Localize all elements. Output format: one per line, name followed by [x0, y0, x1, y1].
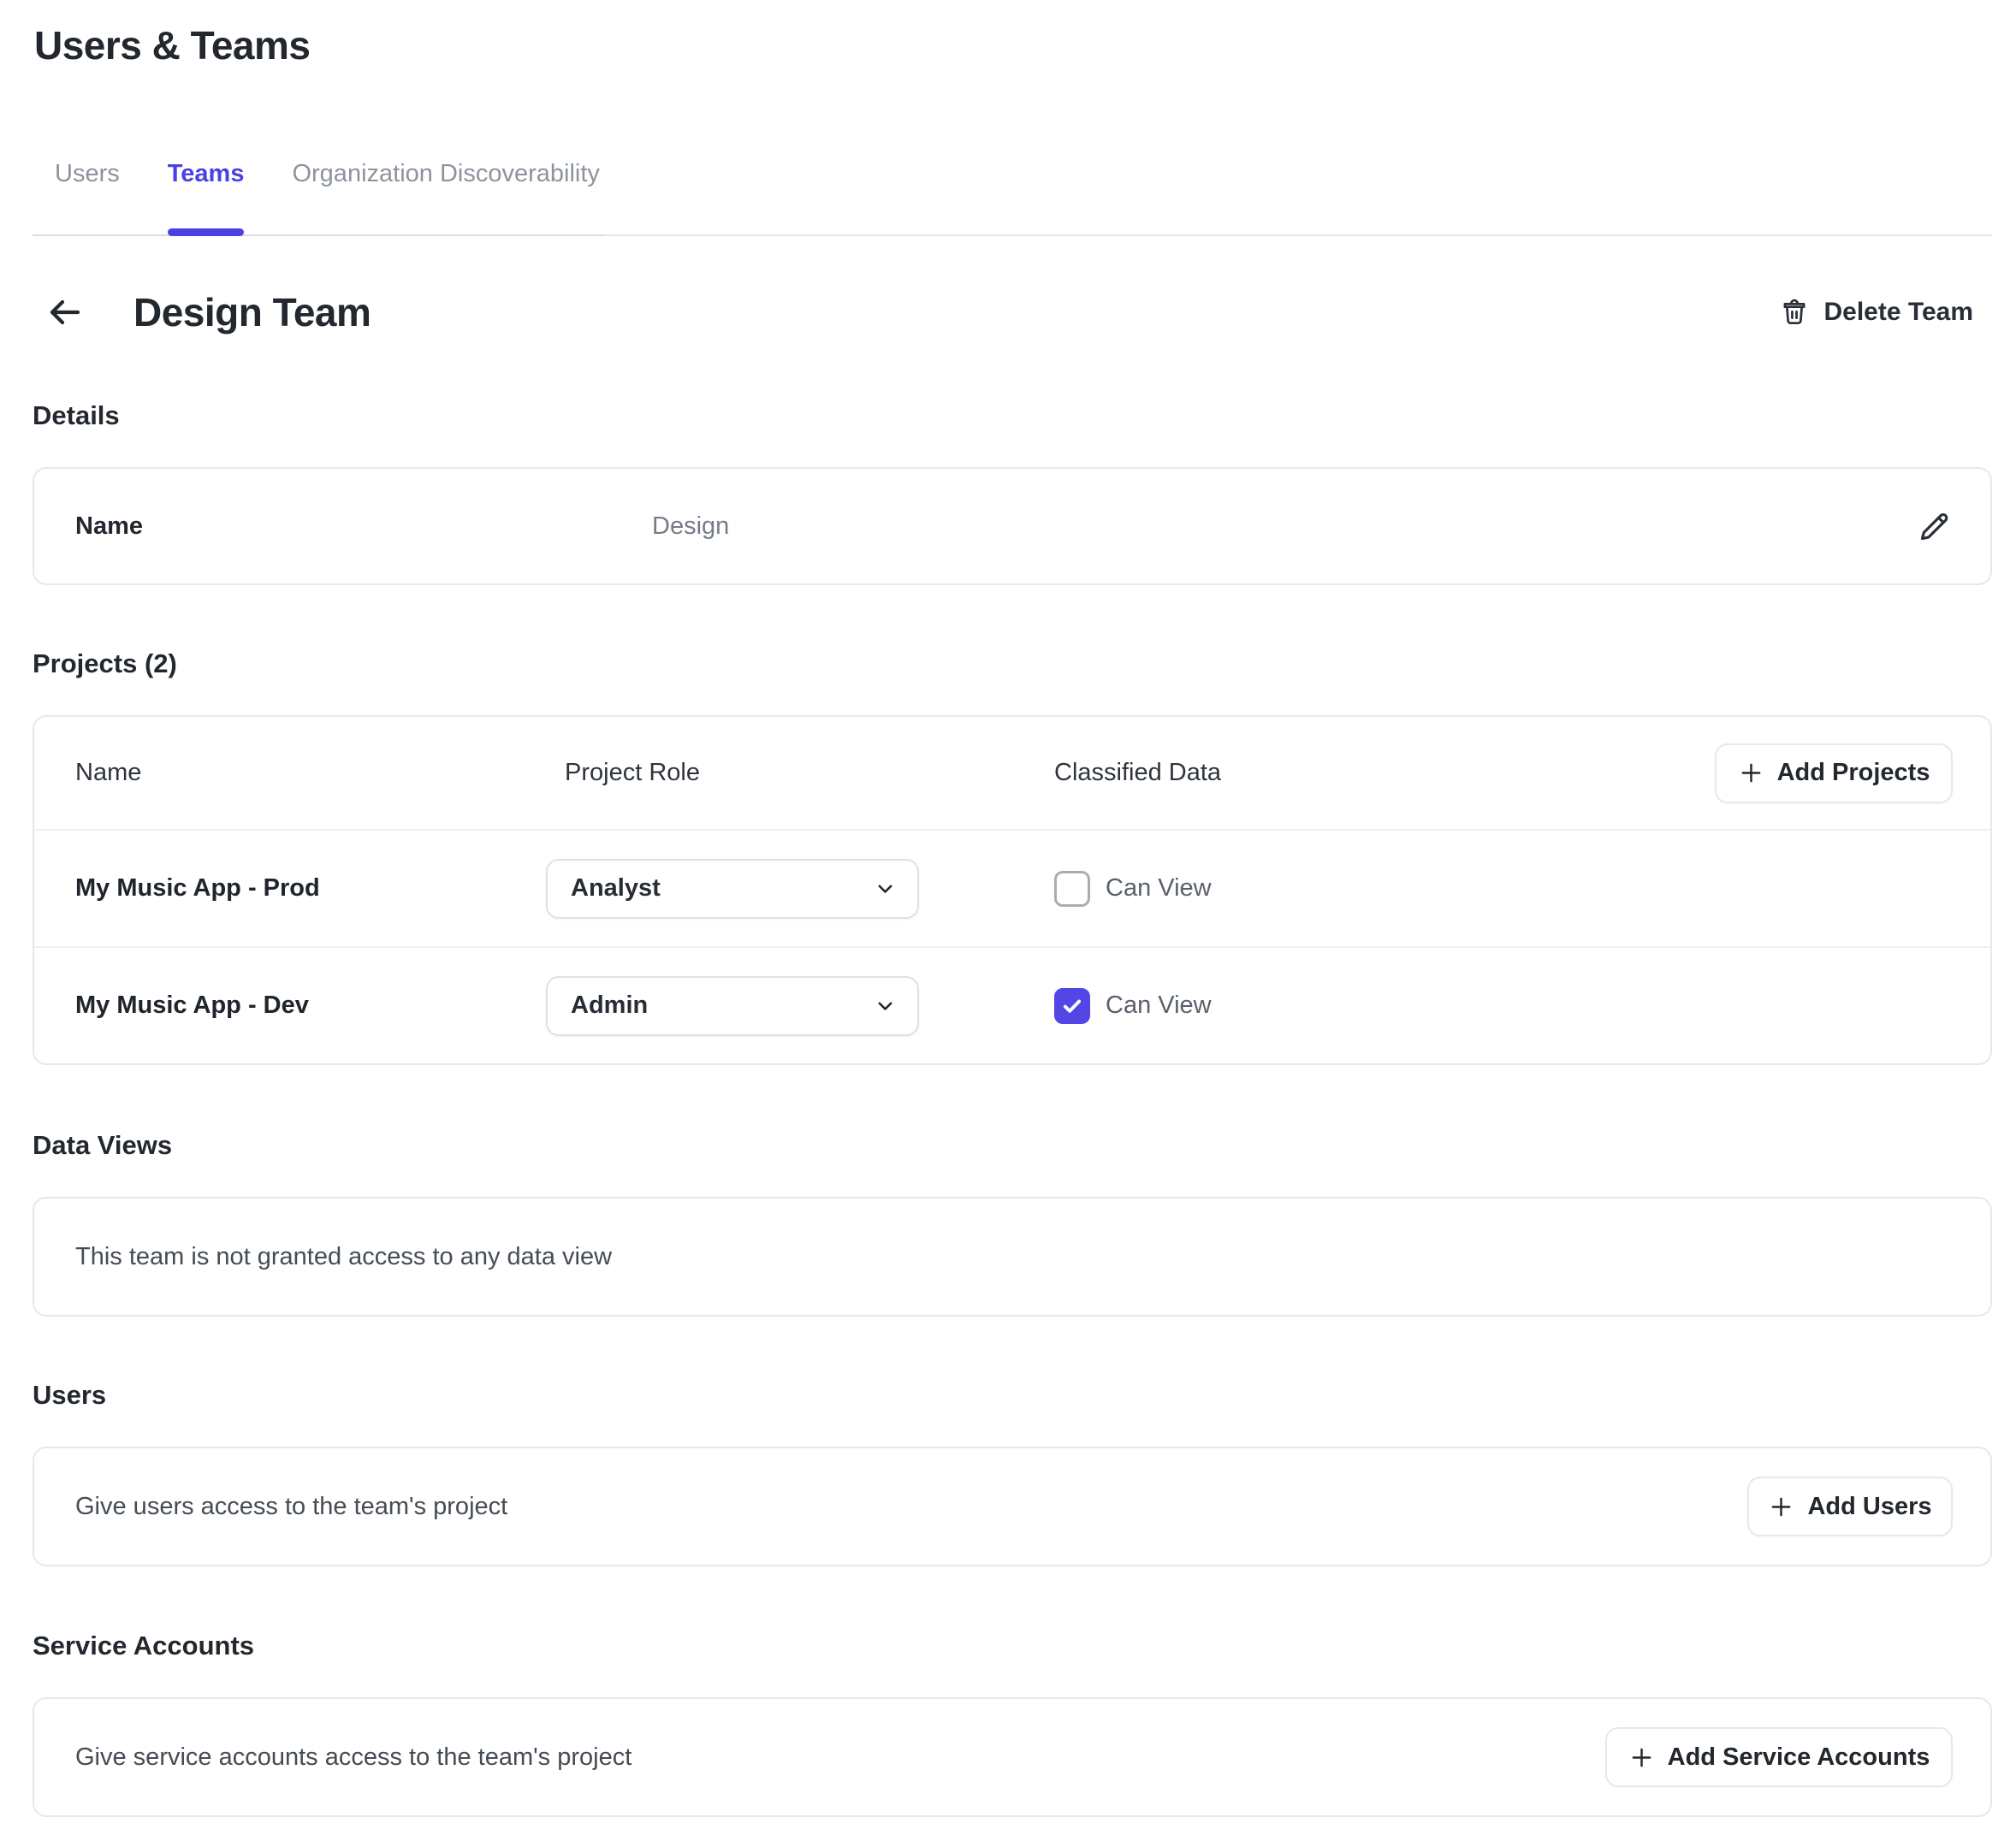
service-accounts-card: Give service accounts access to the team…: [33, 1697, 1992, 1817]
data-views-heading: Data Views: [33, 1130, 1992, 1161]
add-projects-button[interactable]: Add Projects: [1715, 743, 1953, 803]
page-title: Users & Teams: [34, 23, 1992, 68]
add-service-accounts-label: Add Service Accounts: [1668, 1743, 1930, 1772]
service-accounts-heading: Service Accounts: [33, 1631, 1992, 1661]
tab-users-label: Users: [55, 160, 120, 187]
project-role-select[interactable]: Analyst: [546, 859, 919, 919]
tab-organization-discoverability[interactable]: Organization Discoverability: [292, 162, 599, 234]
data-views-card: This team is not granted access to any d…: [33, 1197, 1992, 1317]
project-role-value: Analyst: [571, 874, 661, 903]
tab-teams[interactable]: Teams: [168, 162, 245, 234]
team-name-value: Design: [652, 512, 729, 541]
check-icon: [1059, 993, 1085, 1019]
chevron-down-icon: [874, 994, 897, 1017]
table-row: My Music App - Dev Admin Can View: [34, 946, 1990, 1063]
users-heading: Users: [33, 1380, 1992, 1411]
column-classified-data: Classified Data: [1054, 759, 1715, 787]
plus-icon: [1738, 760, 1764, 786]
users-teams-page: Users & Teams Users Teams Organization D…: [0, 23, 2016, 1841]
projects-table-header: Name Project Role Classified Data Add Pr…: [34, 717, 1990, 829]
tab-users[interactable]: Users: [55, 162, 120, 234]
can-view-label: Can View: [1106, 874, 1212, 903]
project-role-value: Admin: [571, 992, 648, 1020]
column-project-role: Project Role: [546, 759, 1054, 787]
tab-organization-discoverability-label: Organization Discoverability: [292, 160, 599, 187]
details-card: Name Design: [33, 467, 1992, 585]
plus-icon: [1768, 1494, 1794, 1520]
add-projects-label: Add Projects: [1777, 759, 1930, 787]
project-name: My Music App - Prod: [75, 874, 546, 903]
team-name-title: Design Team: [133, 289, 371, 335]
projects-heading: Projects (2): [33, 648, 1992, 679]
table-row: My Music App - Prod Analyst Can View: [34, 829, 1990, 946]
add-service-accounts-button[interactable]: Add Service Accounts: [1605, 1727, 1953, 1787]
chevron-down-icon: [874, 877, 897, 900]
plus-icon: [1628, 1744, 1655, 1771]
projects-table: Name Project Role Classified Data Add Pr…: [33, 715, 1992, 1065]
can-view-checkbox[interactable]: [1054, 988, 1090, 1024]
trash-icon: [1779, 297, 1810, 328]
project-role-select[interactable]: Admin: [546, 976, 919, 1036]
add-users-button[interactable]: Add Users: [1747, 1477, 1953, 1536]
tab-teams-label: Teams: [168, 160, 245, 187]
column-name: Name: [75, 759, 546, 787]
users-description: Give users access to the team's project: [75, 1493, 507, 1521]
back-arrow-icon[interactable]: [44, 292, 86, 333]
can-view-checkbox[interactable]: [1054, 871, 1090, 907]
users-card: Give users access to the team's project …: [33, 1447, 1992, 1566]
delete-team-button[interactable]: Delete Team: [1779, 297, 1973, 328]
project-name: My Music App - Dev: [75, 992, 546, 1020]
team-header: Design Team Delete Team: [44, 289, 1992, 335]
details-heading: Details: [33, 400, 1992, 431]
add-users-label: Add Users: [1807, 1493, 1931, 1521]
name-label: Name: [75, 512, 652, 541]
data-views-empty-text: This team is not granted access to any d…: [75, 1243, 612, 1271]
edit-pencil-icon[interactable]: [1917, 508, 1953, 544]
delete-team-label: Delete Team: [1823, 298, 1973, 327]
service-accounts-description: Give service accounts access to the team…: [75, 1743, 631, 1772]
can-view-label: Can View: [1106, 992, 1212, 1020]
tab-bar: Users Teams Organization Discoverability: [33, 162, 1992, 236]
